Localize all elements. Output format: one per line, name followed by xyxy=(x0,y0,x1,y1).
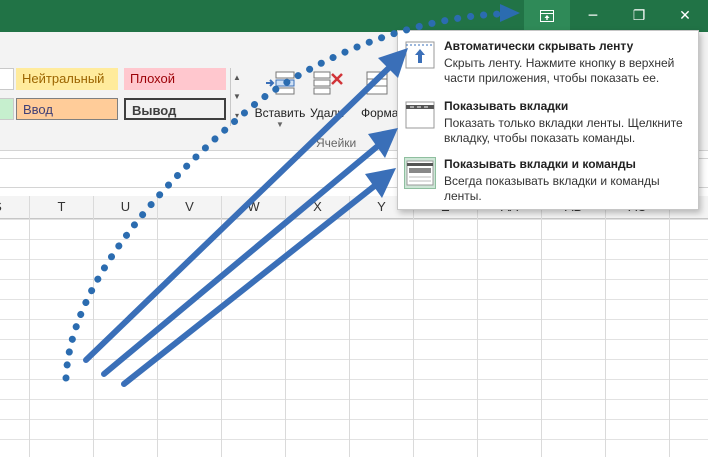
ribbon-display-options-button[interactable] xyxy=(524,0,570,32)
show-tabs-and-commands-icon xyxy=(404,157,436,189)
close-icon: ✕ xyxy=(679,8,691,24)
auto-hide-ribbon-title: Автоматически скрывать ленту xyxy=(444,39,634,53)
style-neutral-label: Нейтральный xyxy=(22,71,105,86)
auto-hide-ribbon-description: Скрыть ленту. Нажмите кнопку в верхней ч… xyxy=(444,56,675,85)
auto-hide-ribbon-icon xyxy=(404,39,436,71)
column-header[interactable]: X xyxy=(286,196,350,218)
column-header[interactable]: T xyxy=(30,196,94,218)
title-bar: ─ ❐ ✕ xyxy=(0,0,708,32)
minimize-icon: ─ xyxy=(588,8,598,24)
style-bad[interactable]: Плохой xyxy=(124,68,226,90)
style-neutral[interactable]: Нейтральный xyxy=(16,68,118,90)
grid-column-line xyxy=(221,196,222,457)
grid-column-line xyxy=(29,196,30,457)
gallery-down-icon[interactable]: ▼ xyxy=(231,87,243,106)
grid-column-line xyxy=(413,196,414,457)
style-normal-partial[interactable] xyxy=(0,68,14,90)
show-tabs-title: Показывать вкладки xyxy=(444,99,569,113)
delete-cells-label: Удали xyxy=(310,106,345,120)
ribbon-display-options-icon xyxy=(540,10,554,22)
insert-cells-label: Вставить xyxy=(254,106,306,120)
style-good-partial[interactable] xyxy=(0,98,14,120)
grid-column-line xyxy=(157,196,158,457)
show-tabs-description: Показать только вкладки ленты. Щелкните … xyxy=(444,116,683,145)
style-input[interactable]: Ввод xyxy=(16,98,118,120)
grid-column-line xyxy=(93,196,94,457)
grid-column-line xyxy=(605,196,606,457)
column-header[interactable]: W xyxy=(222,196,286,218)
grid-column-line xyxy=(541,196,542,457)
gallery-more-icon[interactable]: ▾ xyxy=(231,106,243,125)
show-tabs-icon xyxy=(404,99,436,131)
insert-cells-button[interactable]: Вставить ▼ xyxy=(252,68,308,158)
styles-gallery-scroll[interactable]: ▲ ▼ ▾ xyxy=(230,68,243,126)
column-header[interactable]: U xyxy=(94,196,158,218)
ribbon-display-options-menu: Автоматически скрывать ленту Скрыть лент… xyxy=(397,30,699,210)
column-header[interactable]: V xyxy=(158,196,222,218)
menu-item-auto-hide-ribbon[interactable]: Автоматически скрывать ленту Скрыть лент… xyxy=(398,31,698,87)
grid-column-line xyxy=(477,196,478,457)
worksheet-grid[interactable] xyxy=(0,219,708,457)
column-header[interactable]: S xyxy=(0,196,30,218)
menu-item-show-tabs-and-commands[interactable]: Показывать вкладки и команды Всегда пока… xyxy=(398,149,698,205)
format-cells-button[interactable]: Форма xyxy=(357,68,397,158)
cells-group-label: Ячейки xyxy=(316,136,357,150)
style-input-label: Ввод xyxy=(23,102,53,117)
insert-dropdown-icon: ▼ xyxy=(276,120,284,129)
style-output[interactable]: Вывод xyxy=(124,98,226,120)
grid-column-line xyxy=(285,196,286,457)
style-output-label: Вывод xyxy=(132,103,177,118)
style-bad-label: Плохой xyxy=(130,71,176,86)
restore-icon: ❐ xyxy=(632,8,646,24)
grid-column-line xyxy=(349,196,350,457)
format-cells-label: Форма xyxy=(361,106,397,120)
show-tabs-and-commands-description: Всегда показывать вкладки и команды лент… xyxy=(444,174,660,203)
show-tabs-and-commands-title: Показывать вкладки и команды xyxy=(444,157,636,171)
close-button[interactable]: ✕ xyxy=(662,0,708,32)
format-cells-icon xyxy=(361,68,393,100)
insert-cells-icon xyxy=(264,68,296,100)
delete-cells-icon xyxy=(312,68,344,100)
restore-button[interactable]: ❐ xyxy=(616,0,662,32)
gallery-up-icon[interactable]: ▲ xyxy=(231,68,243,87)
minimize-button[interactable]: ─ xyxy=(570,0,616,32)
grid-column-line xyxy=(669,196,670,457)
menu-item-show-tabs[interactable]: Показывать вкладки Показать только вклад… xyxy=(398,91,698,147)
